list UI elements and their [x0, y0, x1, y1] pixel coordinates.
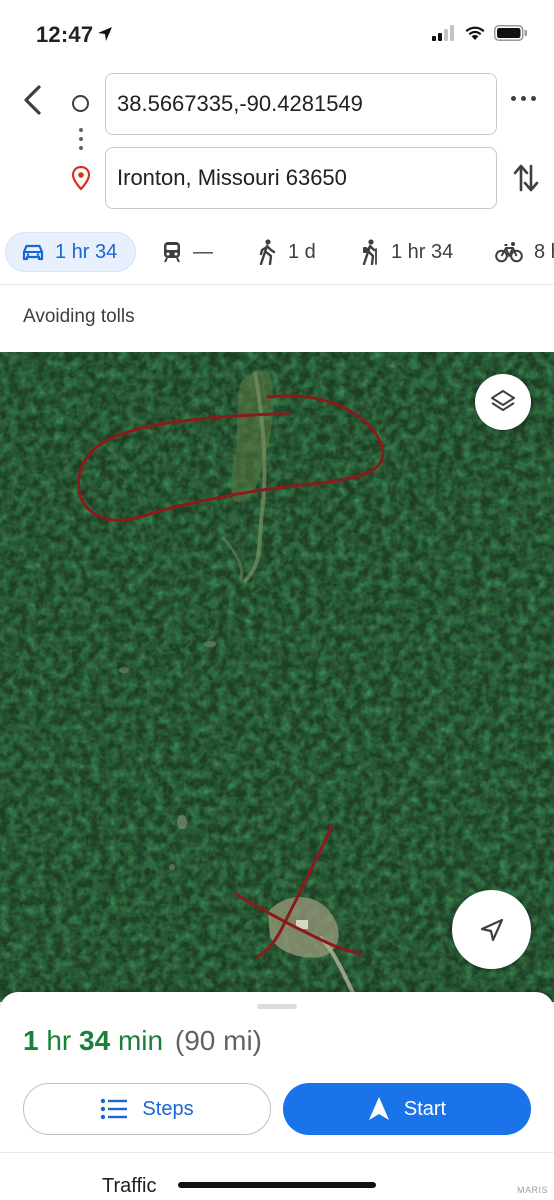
steps-button[interactable]: Steps — [23, 1083, 271, 1135]
bike-duration: 8 h — [534, 240, 554, 263]
back-button[interactable] — [18, 84, 48, 116]
route-distance: (90 mi) — [174, 1025, 263, 1056]
duration-minutes-num: 34 — [79, 1025, 111, 1056]
destination-input[interactable]: Ironton, Missouri 63650 — [105, 147, 497, 209]
transit-duration: — — [193, 240, 213, 263]
status-bar: 12:47 — [0, 0, 554, 70]
layers-button[interactable] — [475, 374, 531, 430]
status-icons — [432, 25, 528, 41]
walking-icon — [259, 239, 276, 265]
route-bottom-sheet[interactable]: 1 hr 34 min (90 mi) Steps Start Traffic — [0, 992, 554, 1200]
route-options-label[interactable]: Avoiding tolls — [23, 306, 135, 328]
cellular-signal-icon — [432, 25, 454, 41]
origin-input[interactable]: 38.5667335,-90.4281549 — [105, 73, 497, 135]
list-icon — [101, 1098, 128, 1120]
sheet-drag-handle[interactable] — [257, 1004, 297, 1009]
duration-hours-unit: hr — [46, 1025, 72, 1056]
location-arrow-icon — [98, 27, 112, 41]
wifi-icon — [465, 26, 485, 40]
tab-walk[interactable]: 1 d — [257, 232, 316, 272]
start-button[interactable]: Start — [283, 1083, 531, 1135]
layers-icon — [491, 390, 515, 411]
battery-icon — [494, 25, 527, 41]
route-summary: 1 hr 34 min (90 mi) — [23, 1024, 262, 1058]
walk-duration: 1 d — [288, 240, 316, 263]
car-icon — [22, 244, 44, 261]
origin-circle-icon — [72, 95, 89, 112]
destination-pin-icon — [71, 166, 91, 190]
tab-bike[interactable]: 8 h — [495, 232, 554, 272]
duration-minutes-unit: min — [117, 1025, 164, 1056]
tab-drive[interactable]: 1 hr 34 — [5, 232, 136, 272]
sheet-divider — [0, 1152, 554, 1153]
tab-transit[interactable]: — — [162, 232, 213, 272]
drive-duration: 1 hr 34 — [55, 240, 118, 263]
directions-header: 38.5667335,-90.4281549 Ironton, Missouri… — [0, 70, 554, 218]
swap-directions-button[interactable] — [513, 162, 539, 194]
steps-label: Steps — [142, 1097, 194, 1120]
travel-mode-tabs: 1 hr 34 — 1 d 1 hr 34 8 — [0, 222, 554, 280]
route-duration: 1 hr 34 min — [23, 1025, 163, 1056]
home-indicator[interactable] — [178, 1182, 376, 1188]
navigation-arrow-icon — [480, 918, 503, 941]
tab-hike[interactable]: 1 hr 34 — [358, 232, 453, 272]
start-label: Start — [403, 1097, 447, 1120]
navigate-arrow-icon — [368, 1097, 389, 1120]
more-options-button[interactable] — [511, 96, 536, 101]
satellite-map[interactable] — [0, 352, 554, 1002]
recenter-button[interactable] — [452, 890, 531, 969]
traffic-tab[interactable]: Traffic — [102, 1175, 156, 1198]
train-icon — [164, 242, 180, 263]
route-connector-dots — [79, 128, 83, 155]
status-time: 12:47 — [36, 22, 94, 47]
bicycle-icon — [495, 242, 523, 263]
hike-duration: 1 hr 34 — [391, 240, 454, 263]
hiker-icon — [362, 239, 377, 265]
modes-divider — [0, 284, 554, 285]
duration-hours-num: 1 — [23, 1025, 39, 1056]
watermark: MARIS — [516, 1185, 548, 1195]
